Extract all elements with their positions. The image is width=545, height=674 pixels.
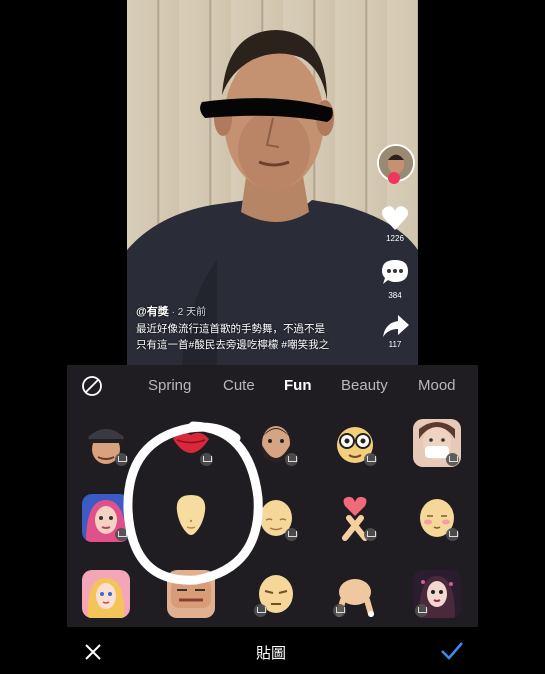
- sticker-heart-hand-sign[interactable]: [331, 494, 379, 542]
- username[interactable]: @有獎: [136, 306, 169, 318]
- tab-mood[interactable]: Mood: [418, 377, 456, 394]
- close-icon[interactable]: [84, 643, 102, 661]
- download-icon: [254, 604, 267, 617]
- sticker-gothic-girl[interactable]: [413, 570, 461, 618]
- download-icon: [446, 528, 459, 541]
- sticker-nerd-glasses-face[interactable]: [331, 419, 379, 467]
- download-icon: [364, 453, 377, 466]
- comment-bubble-icon[interactable]: [381, 258, 409, 286]
- sticker-roast-chicken[interactable]: [331, 570, 379, 618]
- download-icon: [364, 528, 377, 541]
- tab-spring[interactable]: Spring: [148, 377, 191, 394]
- time-ago: · 2 天前: [171, 307, 207, 318]
- sticker-blushing-bald-head[interactable]: [413, 494, 461, 542]
- checkmark-icon[interactable]: [440, 641, 464, 661]
- tab-cute[interactable]: Cute: [223, 377, 255, 394]
- download-icon: [285, 528, 298, 541]
- download-icon: [415, 604, 428, 617]
- sticker-face-mask-woman[interactable]: [413, 419, 461, 467]
- tab-beauty[interactable]: Beauty: [341, 377, 388, 394]
- comment-count: 384: [388, 291, 402, 300]
- caption-line: 只有這一首#酸民去旁邊吃檸檬 #嘲笑我之: [136, 339, 330, 351]
- caption-line: 最近好像流行這首歌的手勢舞，不過不是: [136, 323, 325, 335]
- share-count: 117: [388, 340, 402, 349]
- bottom-title: 貼圖: [256, 645, 287, 662]
- video-caption: @有獎 · 2 天前 最近好像流行這首歌的手勢舞，不過不是 只有這一首#酸民去旁…: [136, 304, 366, 353]
- highlight-circle: [123, 421, 263, 585]
- no-sticker-icon[interactable]: [81, 375, 103, 397]
- sticker-tabs: Spring Cute Fun Beauty Mood: [67, 365, 478, 409]
- bottom-bar: 貼圖: [0, 627, 545, 674]
- like-heart-icon[interactable]: [381, 205, 409, 231]
- download-icon: [333, 604, 346, 617]
- like-count: 1226: [386, 234, 404, 243]
- share-arrow-icon[interactable]: [382, 314, 410, 338]
- download-icon: [285, 453, 298, 466]
- follow-plus-icon[interactable]: [388, 172, 400, 184]
- tab-fun[interactable]: Fun: [284, 377, 312, 394]
- download-icon: [446, 453, 459, 466]
